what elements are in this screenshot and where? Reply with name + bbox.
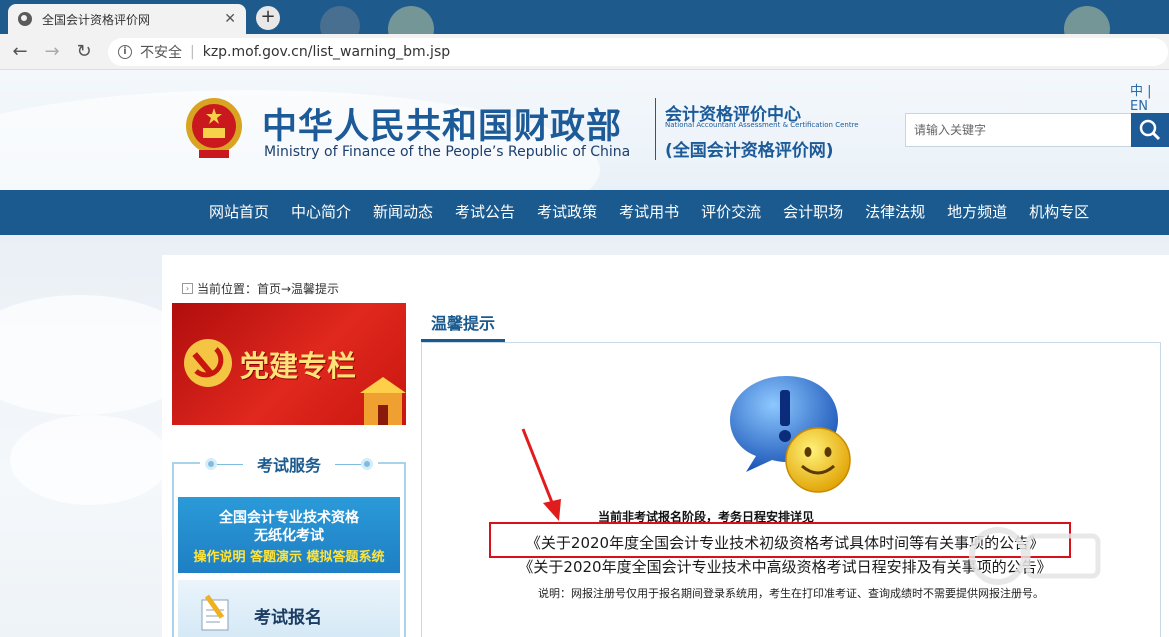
nav-item-exchange[interactable]: 评价交流 <box>690 190 772 235</box>
address-separator: | <box>190 44 195 60</box>
center-name-en: National Accountant Assessment & Certifi… <box>665 121 859 129</box>
chevron-right-icon: › <box>182 283 193 294</box>
tab-title: 全国会计资格评价网 <box>42 12 151 27</box>
paperless-line-1: 全国会计专业技术资格 <box>219 510 359 526</box>
browser-tab-strip: 全国会计资格评价网 ✕ + <box>0 0 1169 34</box>
tab-strip-decoration <box>1064 6 1110 34</box>
dot-icon <box>204 458 217 470</box>
search-button[interactable] <box>1131 113 1169 147</box>
nav-item-news[interactable]: 新闻动态 <box>362 190 444 235</box>
header-divider <box>655 98 656 160</box>
url-text[interactable]: kzp.mof.gov.cn/list_warning_bm.jsp <box>203 44 450 60</box>
notice-chat-icon <box>730 376 851 493</box>
exam-service-header: 考试服务 <box>200 452 378 476</box>
browser-toolbar: ← → ↻ i 不安全 | kzp.mof.gov.cn/list_warnin… <box>0 34 1169 70</box>
close-icon[interactable]: ✕ <box>224 11 236 27</box>
national-emblem-icon <box>186 98 242 158</box>
language-switch: 中 | EN <box>1130 80 1169 114</box>
divider <box>216 463 243 465</box>
breadcrumb-text[interactable]: 当前位置：首页→温馨提示 <box>197 280 339 297</box>
nav-item-exam-notices[interactable]: 考试公告 <box>444 190 526 235</box>
lang-zh-link[interactable]: 中 <box>1130 84 1143 99</box>
nav-list: 网站首页 中心简介 新闻动态 考试公告 考试政策 考试用书 评价交流 会计职场 … <box>198 190 1100 235</box>
new-tab-button[interactable]: + <box>256 6 280 30</box>
nav-item-exam-policy[interactable]: 考试政策 <box>526 190 608 235</box>
nav-item-career[interactable]: 会计职场 <box>772 190 854 235</box>
back-arrow-icon[interactable]: ← <box>8 40 32 64</box>
paperless-line-2: 无纸化考试 <box>254 528 324 544</box>
security-label: 不安全 <box>140 45 182 61</box>
party-banner-title: 党建专栏 <box>240 349 357 383</box>
address-bar[interactable]: i 不安全 | kzp.mof.gov.cn/list_warning_bm.j… <box>108 38 1168 66</box>
paperless-exam-banner[interactable]: 全国会计专业技术资格 无纸化考试 操作说明 答题演示 模拟答题系统 <box>178 497 400 573</box>
nav-item-institutions[interactable]: 机构专区 <box>1018 190 1100 235</box>
divider <box>335 463 361 465</box>
nav-item-exam-books[interactable]: 考试用书 <box>608 190 690 235</box>
nav-item-about[interactable]: 中心简介 <box>280 190 362 235</box>
reload-icon[interactable]: ↻ <box>72 40 96 64</box>
breadcrumb: › 当前位置：首页→温馨提示 <box>182 280 339 297</box>
exam-signup-button[interactable]: 考试报名 <box>178 580 400 637</box>
ministry-title: 中华人民共和国财政部 <box>262 107 623 147</box>
lang-separator: | <box>1147 84 1152 99</box>
globe-icon <box>18 12 32 26</box>
tab-strip-decoration <box>388 6 434 34</box>
tab-strip-decoration <box>320 6 360 34</box>
search-input[interactable] <box>905 113 1133 147</box>
hammer-sickle-icon <box>184 339 232 387</box>
dot-icon <box>361 458 373 470</box>
tiananmen-icon <box>360 377 406 425</box>
site-header: 中 | EN 中华人民共和国财政部 Ministry of Finance of… <box>0 70 1169 190</box>
paperless-links[interactable]: 操作说明 答题演示 模拟答题系统 <box>178 546 400 565</box>
form-pencil-icon <box>201 594 229 631</box>
search-icon <box>1139 119 1161 141</box>
lang-en-link[interactable]: EN <box>1130 99 1148 114</box>
tab-warm-tips[interactable]: 温馨提示 <box>421 310 505 342</box>
cloud-decoration <box>10 415 170 505</box>
ministry-title-en: Ministry of Finance of the People’s Repu… <box>264 144 631 160</box>
main-nav: 网站首页 中心简介 新闻动态 考试公告 考试政策 考试用书 评价交流 会计职场 … <box>0 190 1169 235</box>
party-building-banner[interactable]: 党建专栏 <box>172 303 406 425</box>
watermark-logo <box>969 527 1101 585</box>
center-subtitle: (全国会计资格评价网) <box>665 141 834 161</box>
red-arrow-annotation <box>521 428 561 521</box>
nav-item-home[interactable]: 网站首页 <box>198 190 280 235</box>
nav-item-local[interactable]: 地方频道 <box>936 190 1018 235</box>
browser-tab[interactable]: 全国会计资格评价网 ✕ <box>8 4 246 34</box>
exam-service-title: 考试服务 <box>256 456 321 475</box>
signup-label: 考试报名 <box>254 608 322 628</box>
info-icon[interactable]: i <box>118 45 132 59</box>
nav-item-laws[interactable]: 法律法规 <box>854 190 936 235</box>
forward-arrow-icon[interactable]: → <box>40 40 64 64</box>
